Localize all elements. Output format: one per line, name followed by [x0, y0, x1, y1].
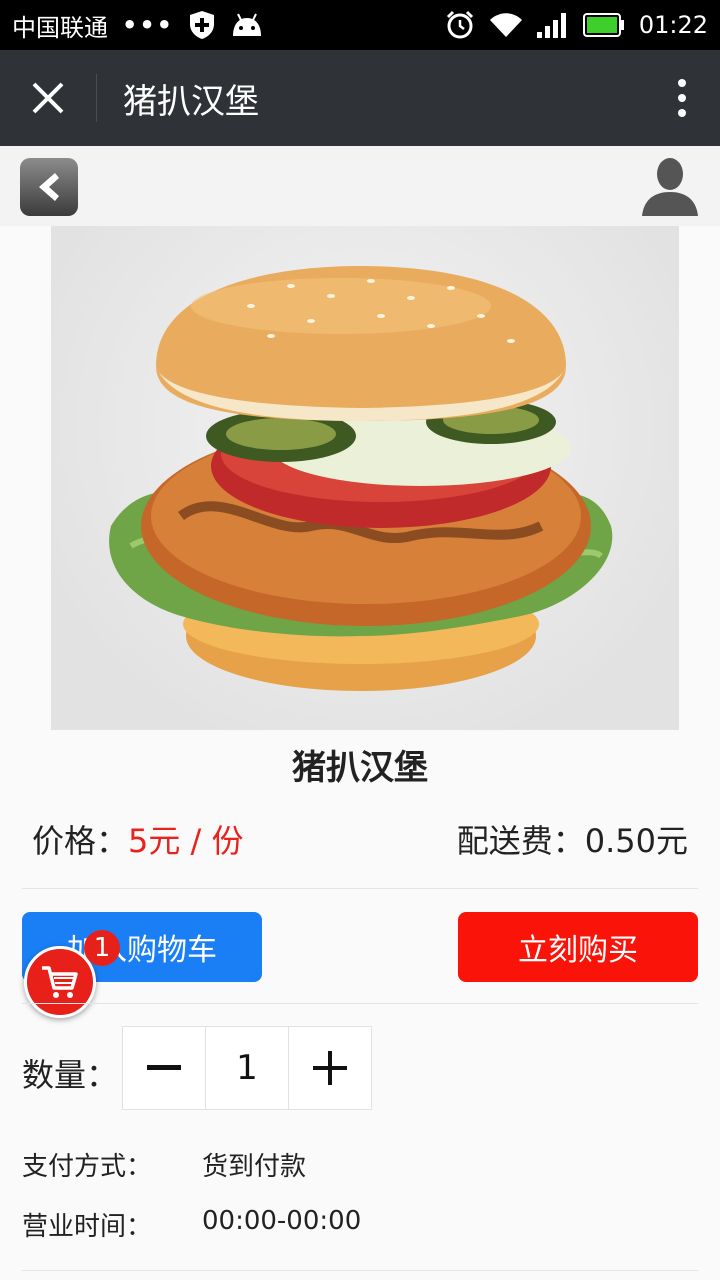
- wifi-icon: [489, 12, 523, 38]
- user-button[interactable]: [640, 156, 700, 218]
- delivery-fee-label: 配送费：: [456, 822, 585, 860]
- title-divider: [96, 74, 97, 122]
- decrease-quantity-button[interactable]: [123, 1027, 205, 1109]
- delivery-fee-value: 0.50元: [584, 822, 688, 860]
- floating-cart-button[interactable]: [24, 946, 96, 1018]
- increase-quantity-button[interactable]: [288, 1027, 371, 1109]
- signal-icon: [536, 12, 569, 38]
- payment-method-label: 支付方式：: [22, 1152, 153, 1182]
- battery-icon: [582, 12, 625, 38]
- product-name: 猪扒汉堡: [292, 748, 428, 788]
- price-value: 5元 / 份: [128, 822, 244, 860]
- status-bar: 中国联通 ••• 01:22: [0, 0, 720, 50]
- user-icon: [642, 158, 698, 216]
- cart-count-badge: 1: [84, 930, 120, 966]
- page-title: 猪扒汉堡: [123, 81, 259, 122]
- burger-illustration: [109, 266, 613, 691]
- android-icon: [230, 12, 264, 38]
- divider: [22, 888, 698, 889]
- divider: [22, 1270, 698, 1271]
- delivery-group: 配送费：0.50元: [457, 816, 688, 862]
- chevron-left-icon: [39, 173, 59, 201]
- back-button[interactable]: [20, 158, 78, 216]
- close-button[interactable]: [0, 50, 96, 146]
- more-notifications-icon: •••: [122, 11, 175, 39]
- quantity-stepper: 1: [122, 1026, 372, 1110]
- title-bar: 猪扒汉堡: [0, 50, 720, 146]
- shield-plus-icon: [188, 10, 216, 40]
- payment-method-row: 支付方式： 货到付款: [22, 1146, 306, 1183]
- close-icon: [32, 82, 64, 114]
- divider: [22, 1003, 698, 1004]
- quantity-label: 数量：: [22, 1056, 119, 1094]
- more-menu-button[interactable]: [644, 50, 720, 146]
- business-hours-label: 营业时间：: [22, 1212, 153, 1242]
- price-row: 价格：5元 / 份 配送费：0.50元: [32, 816, 688, 862]
- minus-icon: [147, 1065, 181, 1070]
- price-label: 价格：: [32, 822, 129, 860]
- buy-now-button[interactable]: 立刻购买: [458, 912, 698, 982]
- clock-time: 01:22: [638, 11, 708, 39]
- shopping-cart-icon: [42, 966, 78, 998]
- alarm-icon: [445, 10, 475, 40]
- plus-icon: [313, 1051, 347, 1085]
- business-hours-value: 00:00-00:00: [202, 1206, 362, 1236]
- sub-header: [0, 146, 720, 226]
- product-image: [51, 226, 679, 730]
- price-group: 价格：5元 / 份: [32, 816, 244, 862]
- payment-method-value: 货到付款: [202, 1152, 307, 1182]
- quantity-value[interactable]: 1: [205, 1027, 288, 1109]
- business-hours-row: 营业时间： 00:00-00:00: [22, 1206, 361, 1243]
- carrier-name: 中国联通: [12, 13, 108, 42]
- more-vertical-icon: [678, 79, 686, 117]
